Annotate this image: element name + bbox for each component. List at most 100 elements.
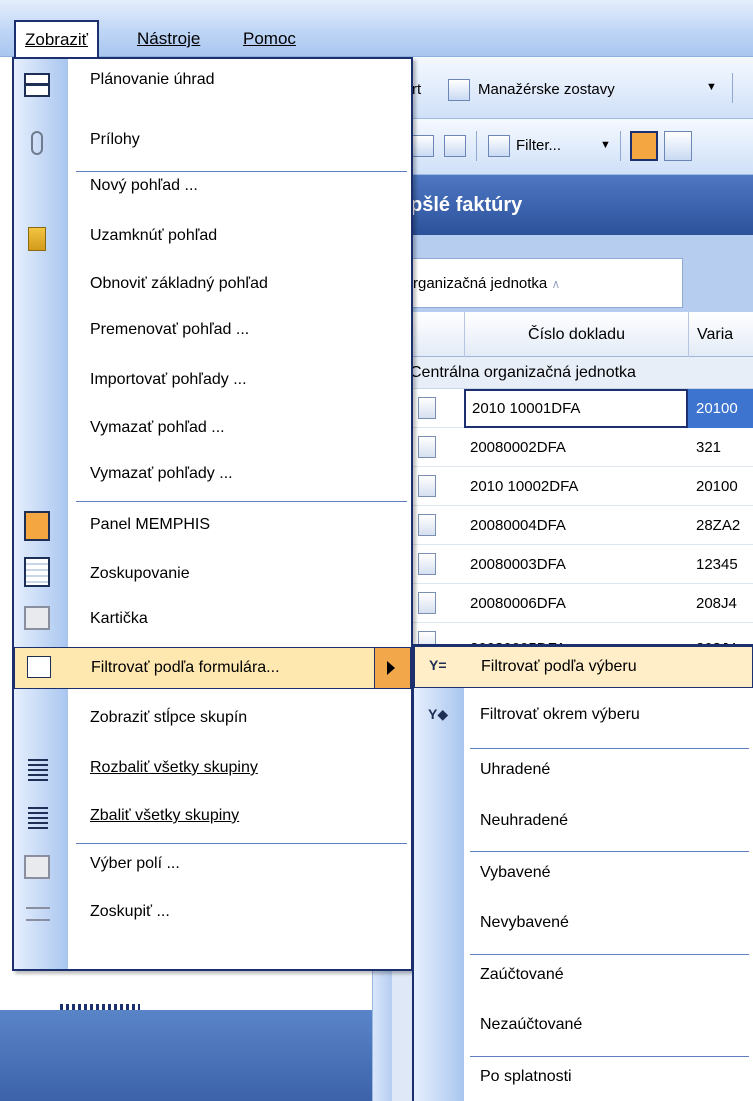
filter-dropdown-icon[interactable]: ▼ [600, 139, 611, 151]
cell-var[interactable]: 208J4 [688, 584, 737, 623]
document-icon [418, 475, 436, 497]
menu-item-card[interactable]: Kartička [14, 604, 411, 638]
filter-icon[interactable] [488, 135, 510, 157]
column-header-number[interactable]: Číslo dokladu [464, 312, 688, 357]
menu-item-group-by[interactable]: Zoskupiť ... [14, 903, 411, 933]
menu-item-show-group-columns[interactable]: Zobraziť stĺpce skupín [14, 709, 411, 739]
menu-zobrazit-label: Zobraziť [25, 30, 89, 49]
menu-item-label: Uzamknúť pohľad [90, 227, 218, 244]
card-icon [24, 606, 50, 630]
toolbar-separator [476, 131, 477, 161]
menu-item-delete-views[interactable]: Vymazať pohľady ... [14, 465, 411, 495]
menu-item-unposted[interactable]: Nezaúčtované [414, 1016, 753, 1046]
panel-icon [24, 511, 50, 541]
group-by-label: rganizačná jednotka [413, 275, 548, 292]
menu-item-label: Zoskupovanie [90, 565, 190, 582]
menu-item-label: Vybavené [480, 864, 551, 881]
cell-var[interactable]: 12345 [688, 545, 738, 584]
table-row[interactable]: 20080002DFA 321 [392, 428, 753, 467]
filter-form-icon [27, 656, 51, 678]
document-icon [418, 592, 436, 614]
menu-item-grouping[interactable]: Zoskupovanie [14, 557, 411, 591]
reports-button[interactable]: Manažérske zostavy [478, 81, 615, 98]
menu-item-lock-view[interactable]: Uzamknúť pohľad [14, 227, 411, 257]
menu-item-label: Zobraziť stĺpce skupín [90, 709, 248, 726]
panel-toggle-icon[interactable] [630, 131, 658, 161]
menu-item-rename-view[interactable]: Premenovať pohľad ... [14, 321, 411, 351]
sort-ascending-icon: ∧ [551, 277, 561, 291]
menu-item-resolved[interactable]: Vybavené [414, 864, 753, 894]
menu-item-posted[interactable]: Zaúčtované [414, 966, 753, 996]
menu-item-filter-by-selection[interactable]: Y= Filtrovať podľa výberu [414, 646, 753, 688]
table-row[interactable]: 2010 10002DFA 20100 [392, 467, 753, 506]
menu-pomoc[interactable]: Pomoc [234, 22, 305, 56]
menu-item-filter-by-form[interactable]: Filtrovať podľa formulára... [14, 647, 411, 689]
menu-item-filter-excluding[interactable]: Y◆ Filtrovať okrem výberu [414, 706, 753, 736]
filter-button[interactable]: Filter... [516, 137, 561, 154]
table-row[interactable]: 20080004DFA 28ZA2 [392, 506, 753, 545]
grouping-toggle-icon[interactable] [664, 131, 692, 161]
menu-item-unresolved[interactable]: Nevybavené [414, 914, 753, 944]
menu-item-overdue[interactable]: Po splatnosti [414, 1068, 753, 1098]
submenu-arrow-icon[interactable] [374, 648, 410, 688]
menu-item-label: Zoskupiť ... [90, 903, 170, 920]
table-row[interactable]: 20080006DFA 208J4 [392, 584, 753, 623]
menu-item-label: Zbaliť všetky skupiny [90, 807, 240, 824]
menu-item-import-views[interactable]: Importovať pohľady ... [14, 371, 411, 401]
table-icon [24, 73, 50, 97]
menu-item-paid[interactable]: Uhradené [414, 761, 753, 791]
export-button-label[interactable]: rt [412, 81, 421, 98]
menu-nastroje-label: Nástroje [137, 29, 201, 48]
page-title: pšlé faktúry [392, 175, 753, 235]
group-by-chip[interactable]: rganizačná jednotka ∧ [400, 258, 683, 308]
grid-header: Číslo dokladu Varia [392, 312, 753, 357]
column-header-var[interactable]: Varia [688, 312, 753, 357]
menu-item-payment-planning[interactable]: Plánovanie úhrad [14, 71, 411, 101]
group-row[interactable]: Centrálna organizačná jednotka [392, 357, 753, 389]
menu-item-restore-view[interactable]: Obnoviť základný pohľad [14, 275, 411, 305]
cell-number[interactable]: 20080006DFA [464, 584, 688, 623]
menu-item-attachments[interactable]: Prílohy [14, 131, 411, 161]
menu-item-collapse-all-groups[interactable]: Zbaliť všetky skupiny [14, 807, 411, 837]
menu-separator [76, 171, 407, 172]
menu-separator [470, 851, 749, 852]
menu-item-label: Importovať pohľady ... [90, 371, 247, 388]
cell-var[interactable]: 20100 [688, 389, 753, 428]
menu-separator [76, 843, 407, 844]
menu-pomoc-label: Pomoc [243, 29, 296, 48]
navigation-pane-footer [0, 1010, 372, 1101]
menu-item-label: Nový pohľad ... [90, 177, 198, 194]
dropdown-arrow-icon[interactable]: ▼ [706, 81, 717, 93]
cell-var[interactable]: 28ZA2 [688, 506, 740, 545]
cell-number[interactable]: 2010 10002DFA [464, 467, 688, 506]
menu-item-label: Po splatnosti [480, 1068, 572, 1085]
cell-number[interactable]: 20080003DFA [464, 545, 688, 584]
menu-item-new-view[interactable]: Nový pohľad ... [14, 177, 411, 207]
menu-item-panel-memphis[interactable]: Panel MEMPHIS [14, 511, 411, 545]
menu-item-label: Zaúčtované [480, 966, 564, 983]
view-menu: Plánovanie úhrad Prílohy Nový pohľad ...… [12, 57, 413, 971]
menu-item-unpaid[interactable]: Neuhradené [414, 812, 753, 842]
menu-item-label: Filtrovať okrem výberu [480, 706, 640, 723]
cell-number[interactable]: 2010 10001DFA [464, 389, 688, 428]
view-icon[interactable] [412, 135, 434, 157]
menu-nastroje[interactable]: Nástroje [128, 22, 209, 56]
table-row[interactable]: 20080003DFA 12345 [392, 545, 753, 584]
cell-var[interactable]: 20100 [688, 467, 738, 506]
menu-item-expand-all-groups[interactable]: Rozbaliť všetky skupiny [14, 759, 411, 789]
filter-by-selection-icon: Y= [429, 657, 447, 673]
filter-submenu: Y= Filtrovať podľa výberu Y◆ Filtrovať o… [412, 644, 753, 1101]
menu-item-field-chooser[interactable]: Výber polí ... [14, 855, 411, 885]
cell-number[interactable]: 20080002DFA [464, 428, 688, 467]
table-row[interactable]: 2010 10001DFA 20100 [392, 389, 753, 428]
document-icon [418, 397, 436, 419]
menu-item-label: Nevybavené [480, 914, 569, 931]
menu-item-label: Vymazať pohľady ... [90, 465, 233, 482]
cell-number[interactable]: 20080004DFA [464, 506, 688, 545]
menu-item-label: Filtrovať podľa výberu [481, 658, 637, 675]
columns-icon[interactable] [444, 135, 466, 157]
menu-separator [470, 1056, 749, 1057]
menu-zobrazit[interactable]: Zobraziť [14, 20, 100, 58]
menu-item-delete-view[interactable]: Vymazať pohľad ... [14, 419, 411, 449]
cell-var[interactable]: 321 [688, 428, 721, 467]
